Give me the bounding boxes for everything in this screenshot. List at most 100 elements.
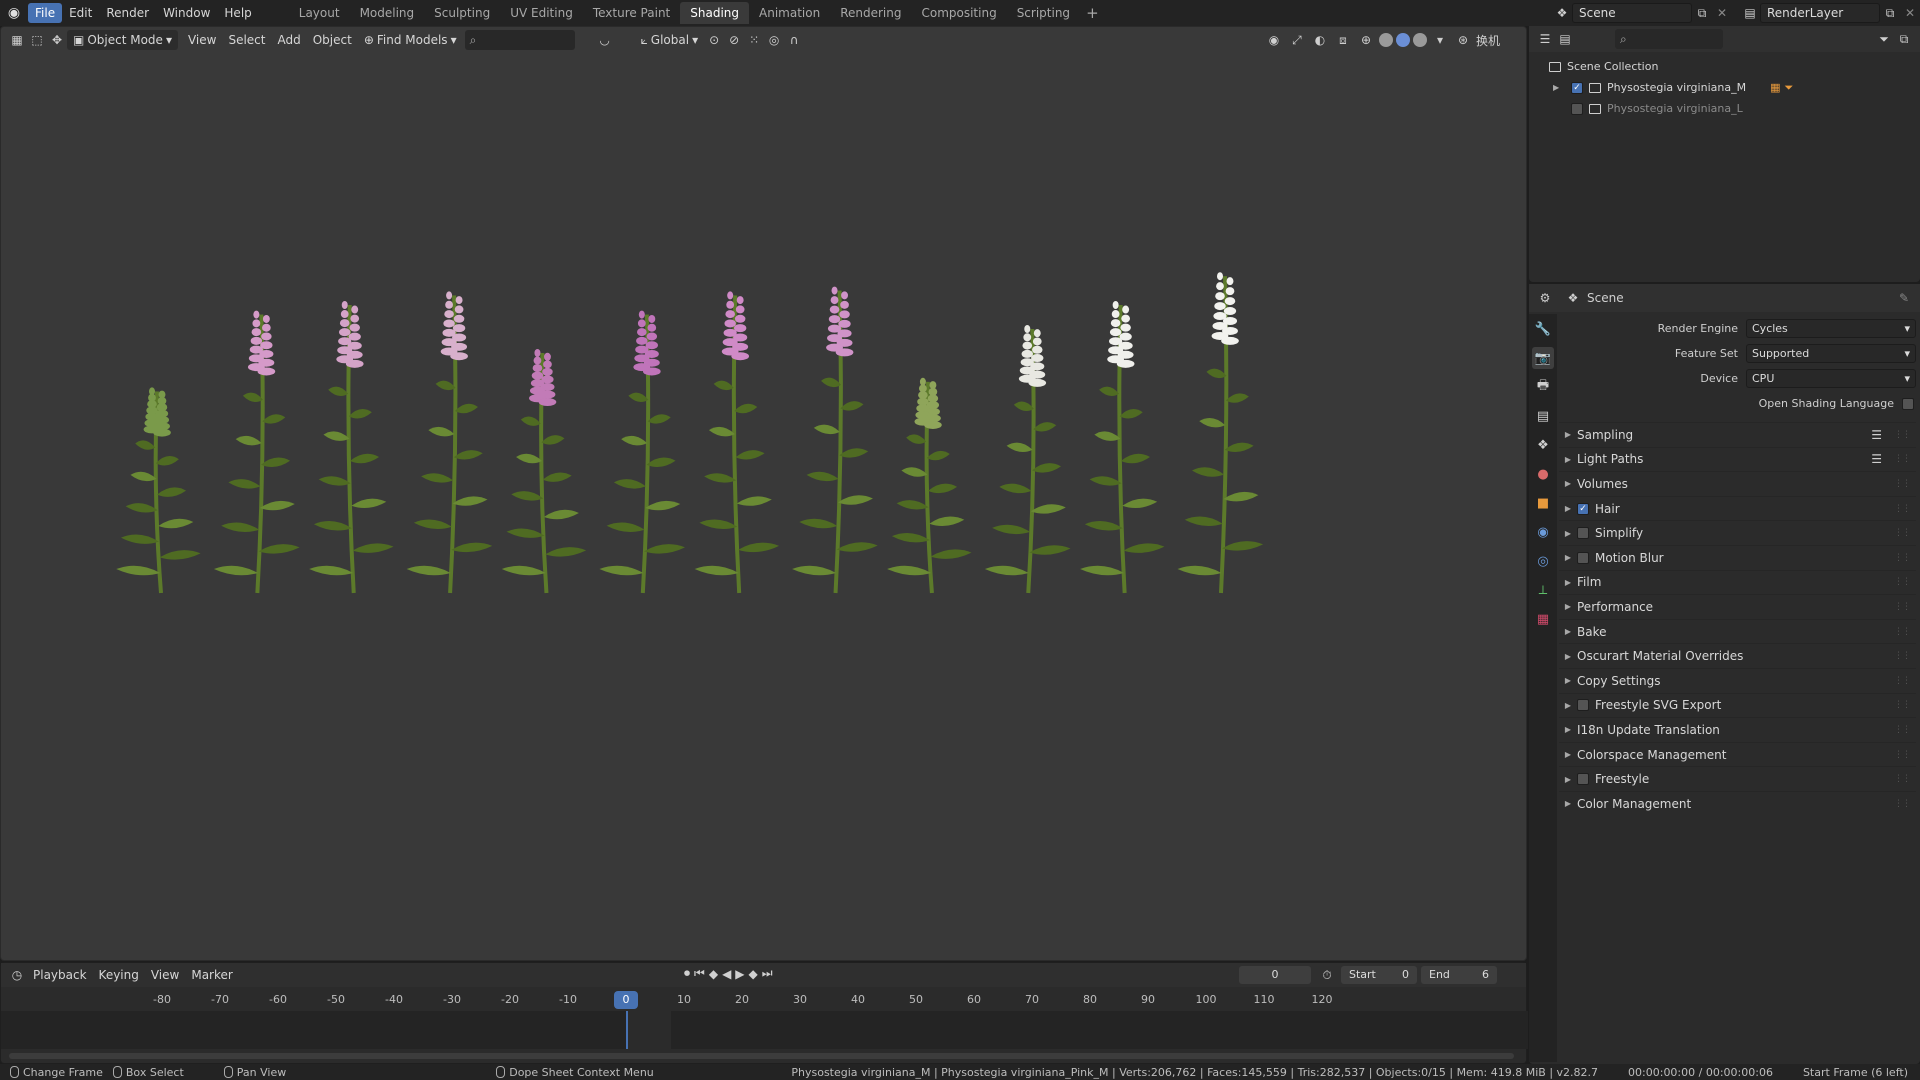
drag-handle-icon[interactable]: ⋮⋮ xyxy=(1894,627,1911,637)
feature-set-dropdown[interactable]: Supported ▾ xyxy=(1746,344,1916,363)
render-tab-icon[interactable]: 📷 xyxy=(1532,347,1554,369)
menu-window[interactable]: Window xyxy=(156,3,217,23)
3d-viewport[interactable]: ▦ ⬚ ✥ ▣ Object Mode ▾ View Select Add Objec… xyxy=(0,26,1527,961)
close-icon[interactable]: ✕ xyxy=(1900,3,1920,23)
timeline-scrollbar[interactable] xyxy=(9,1053,1514,1059)
timeline-menu-marker[interactable]: Marker xyxy=(185,968,238,982)
display-mode-icon[interactable]: ▤ xyxy=(1555,29,1575,49)
drag-handle-icon[interactable]: ⋮⋮ xyxy=(1894,799,1911,809)
current-frame-field[interactable]: 0 xyxy=(1239,966,1311,984)
drag-handle-icon[interactable]: ⋮⋮ xyxy=(1894,577,1911,587)
expand-arrow-icon[interactable]: ▶ xyxy=(1553,83,1571,92)
record-icon[interactable]: ⏺ xyxy=(684,966,690,981)
filter-funnel-icon[interactable]: ⏷ xyxy=(1784,81,1793,95)
drag-handle-icon[interactable]: ⋮⋮ xyxy=(1894,750,1911,760)
prev-keyframe-icon[interactable]: ◆ xyxy=(709,967,718,981)
end-frame-field[interactable]: End 6 xyxy=(1421,966,1497,984)
panel-colorspace-management[interactable]: ▶ Colorspace Management ⋮⋮ xyxy=(1559,741,1916,767)
pin-icon[interactable]: ✎ xyxy=(1894,288,1914,308)
viewport-menu-view[interactable]: View xyxy=(182,30,222,50)
panel-oscurart-material-overrides[interactable]: ▶ Oscurart Material Overrides ⋮⋮ xyxy=(1559,643,1916,668)
material-preview-shading-icon[interactable] xyxy=(1395,33,1410,47)
physics-tab-icon[interactable]: ◎ xyxy=(1532,550,1554,572)
panel-enable-checkbox[interactable] xyxy=(1577,699,1589,712)
transform-icon[interactable]: ✥ xyxy=(47,30,67,50)
camera-icon[interactable]: ⊛ xyxy=(1453,30,1473,50)
panel-film[interactable]: ▶ Film ⋮⋮ xyxy=(1559,569,1916,595)
playhead-line[interactable] xyxy=(626,1011,628,1049)
search-input[interactable]: ⌕ xyxy=(464,30,575,50)
object-data-icon[interactable]: ▦ xyxy=(1770,81,1780,94)
drag-handle-icon[interactable]: ⋮⋮ xyxy=(1894,430,1911,440)
view-layer-selector[interactable]: RenderLayer xyxy=(1760,3,1880,23)
filter-icon[interactable]: ⏷ xyxy=(1874,29,1894,49)
menu-file[interactable]: File xyxy=(28,3,63,23)
next-keyframe-icon[interactable]: ◆ xyxy=(749,967,758,981)
panel-enable-checkbox[interactable] xyxy=(1577,773,1589,786)
viewport-menu-select[interactable]: Select xyxy=(222,30,271,50)
add-workspace-icon[interactable]: + xyxy=(1080,4,1105,22)
select-mode-icon[interactable]: ⬚ xyxy=(27,30,47,50)
drag-handle-icon[interactable]: ⋮⋮ xyxy=(1894,651,1911,661)
scene-icon[interactable]: ❖ xyxy=(1552,3,1572,23)
menu-help[interactable]: Help xyxy=(217,3,258,23)
panel-i18n-update-translation[interactable]: ▶ I18n Update Translation ⋮⋮ xyxy=(1559,717,1916,742)
drag-handle-icon[interactable]: ⋮⋮ xyxy=(1894,700,1911,710)
tab-compositing[interactable]: Compositing xyxy=(911,2,1006,24)
timeline-menu-view[interactable]: View xyxy=(145,968,185,982)
panel-freestyle[interactable]: ▶ Freestyle ⋮⋮ xyxy=(1559,766,1916,791)
presets-list-icon[interactable]: ☰ xyxy=(1871,452,1882,466)
close-icon[interactable]: ✕ xyxy=(1712,3,1732,23)
drag-handle-icon[interactable]: ⋮⋮ xyxy=(1894,504,1911,514)
editor-type-icon[interactable]: ▦ xyxy=(7,30,27,50)
menu-render[interactable]: Render xyxy=(99,3,156,23)
drag-handle-icon[interactable]: ⋮⋮ xyxy=(1894,454,1911,464)
tab-animation[interactable]: Animation xyxy=(749,2,830,24)
start-frame-field[interactable]: Start 0 xyxy=(1341,966,1417,984)
tab-sculpting[interactable]: Sculpting xyxy=(424,2,500,24)
outliner-search-input[interactable]: ⌕ xyxy=(1615,29,1723,49)
stopwatch-icon[interactable]: ⏱ xyxy=(1317,965,1337,985)
pivot-icon[interactable]: ⊙ xyxy=(704,30,724,50)
proportional-edit-icon[interactable]: ◎ xyxy=(764,30,784,50)
panel-enable-checkbox[interactable] xyxy=(1577,527,1589,540)
play-icon[interactable]: ▶ xyxy=(735,967,744,981)
drag-handle-icon[interactable]: ⋮⋮ xyxy=(1894,774,1911,784)
timeline-menu-keying[interactable]: Keying xyxy=(93,968,145,982)
play-reverse-icon[interactable]: ◀ xyxy=(722,967,731,981)
dropdown-icon[interactable]: ◡ xyxy=(595,30,615,50)
new-scene-icon[interactable]: ⧉ xyxy=(1692,3,1712,23)
timeline-editor[interactable]: ◷ Playback Keying View Marker ⏺ ⏮ ◆ ◀ ▶ ◆ ⏭… xyxy=(0,962,1528,1064)
outliner-item[interactable]: Physostegia virginiana_L xyxy=(1529,98,1920,119)
tab-shading[interactable]: Shading xyxy=(680,2,749,24)
world-tab-icon[interactable]: ● xyxy=(1532,463,1554,485)
snap-icon[interactable]: ⊘ xyxy=(724,30,744,50)
rendered-shading-icon[interactable] xyxy=(1412,33,1427,47)
constraint-tab-icon[interactable]: ⟂ xyxy=(1532,579,1554,601)
panel-light-paths[interactable]: ▶ Light Paths ☰ ⋮⋮ xyxy=(1559,446,1916,472)
tab-rendering[interactable]: Rendering xyxy=(830,2,911,24)
solid-shading-icon[interactable] xyxy=(1378,33,1393,47)
panel-performance[interactable]: ▶ Performance ⋮⋮ xyxy=(1559,594,1916,619)
panel-freestyle-svg-export[interactable]: ▶ Freestyle SVG Export ⋮⋮ xyxy=(1559,692,1916,718)
drag-handle-icon[interactable]: ⋮⋮ xyxy=(1894,528,1911,538)
mode-selector[interactable]: ▣ Object Mode ▾ xyxy=(67,30,178,50)
panel-bake[interactable]: ▶ Bake ⋮⋮ xyxy=(1559,618,1916,644)
modifier-tab-icon[interactable]: ◉ xyxy=(1532,521,1554,543)
xray-icon[interactable]: ⧈ xyxy=(1333,30,1353,50)
viewport-menu-object[interactable]: Object xyxy=(307,30,358,50)
view-layer-icon[interactable]: ▤ xyxy=(1740,3,1760,23)
visibility-icon[interactable]: ◉ xyxy=(1264,30,1284,50)
exclude-checkbox[interactable] xyxy=(1571,102,1583,115)
tab-texture-paint[interactable]: Texture Paint xyxy=(583,2,680,24)
panel-simplify[interactable]: ▶ Simplify ⋮⋮ xyxy=(1559,520,1916,545)
panel-hair[interactable]: ▶ ✓ Hair ⋮⋮ xyxy=(1559,495,1916,521)
blender-logo-icon[interactable]: ◉ xyxy=(0,2,28,24)
output-tab-icon[interactable]: 🖶 xyxy=(1532,376,1554,398)
wireframe-shading-icon[interactable]: ⊕ xyxy=(1356,30,1376,50)
properties-editor-icon[interactable]: ⚙ xyxy=(1535,288,1555,308)
tab-uv-editing[interactable]: UV Editing xyxy=(500,2,583,24)
new-view-layer-icon[interactable]: ⧉ xyxy=(1880,3,1900,23)
exclude-checkbox[interactable]: ✓ xyxy=(1571,81,1583,94)
drag-handle-icon[interactable]: ⋮⋮ xyxy=(1894,676,1911,686)
